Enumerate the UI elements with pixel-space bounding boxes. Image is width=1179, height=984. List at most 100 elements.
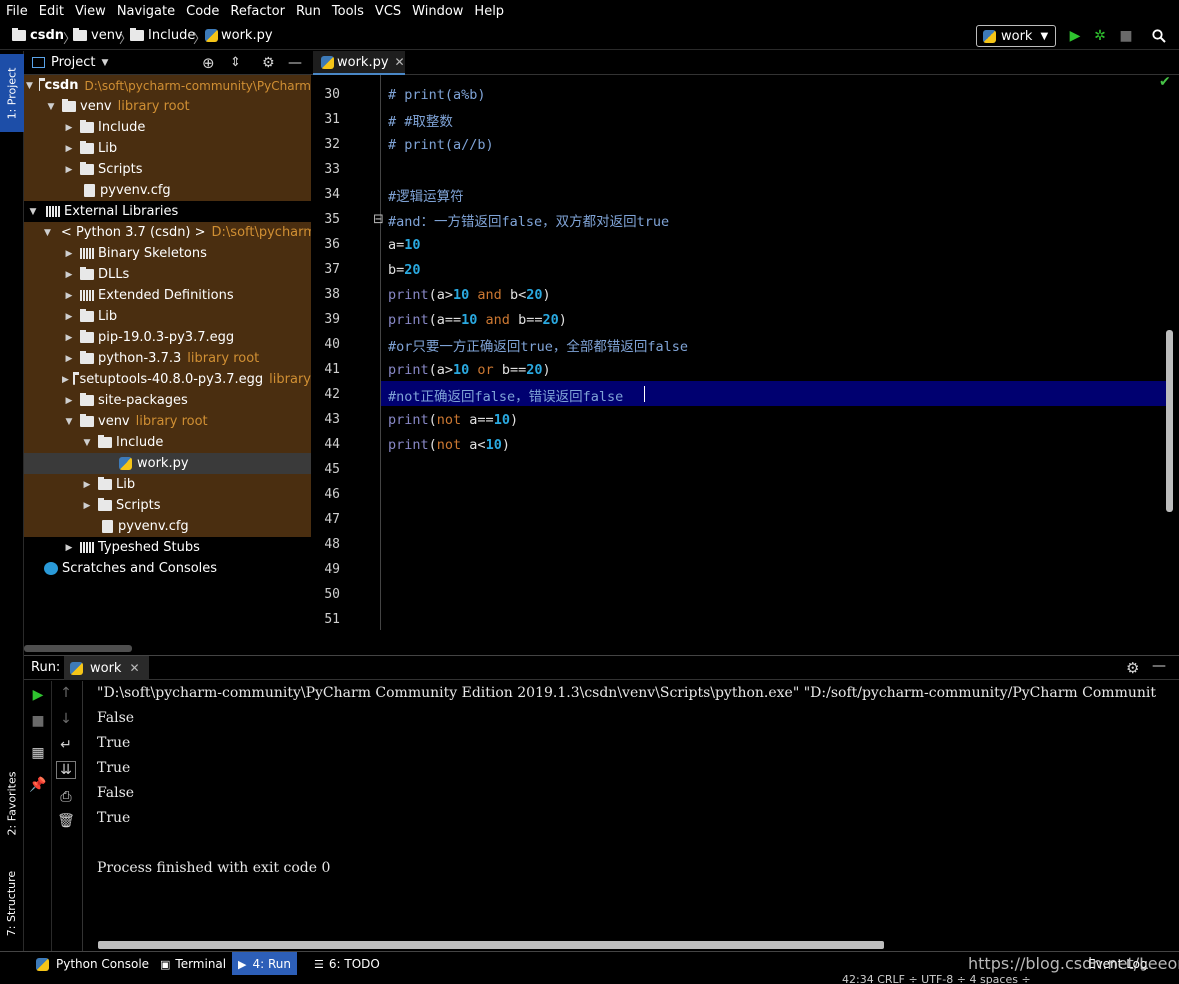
run-tab-work[interactable]: work ✕ — [64, 656, 149, 680]
tree-node[interactable]: ▶ Lib — [24, 306, 311, 327]
tab-project[interactable]: 1: Project — [0, 54, 24, 132]
search-icon[interactable] — [1150, 27, 1168, 45]
menu-edit[interactable]: Edit — [39, 4, 64, 19]
breadcrumb-include[interactable]: Include — [130, 28, 195, 43]
collapsed-arrow-icon[interactable]: ▶ — [80, 480, 94, 490]
menu-navigate[interactable]: Navigate — [117, 4, 175, 19]
tab-structure[interactable]: 7: Structure — [0, 855, 24, 951]
collapsed-arrow-icon[interactable]: ▶ — [62, 291, 76, 301]
debug-icon[interactable]: ✲ — [1091, 27, 1109, 45]
collapsed-arrow-icon[interactable]: ▶ — [62, 144, 76, 154]
breadcrumb-work-py[interactable]: work.py — [205, 28, 273, 43]
collapsed-arrow-icon[interactable]: ▶ — [62, 543, 76, 553]
tree-node[interactable]: ▼ venv library root — [24, 411, 311, 432]
scroll-to-end-icon[interactable]: ⇊ — [56, 761, 76, 779]
run-tool-button[interactable]: ▶ 4: Run — [232, 952, 297, 976]
collapse-icon[interactable]: ⇕ — [230, 55, 241, 70]
menu-file[interactable]: File — [6, 4, 28, 19]
gear-icon[interactable]: ⚙ — [1126, 659, 1139, 677]
tree-node[interactable]: ▼ External Libraries — [24, 201, 311, 222]
tree-node[interactable]: ▶ DLLs — [24, 264, 311, 285]
tree-node[interactable]: ▼ < Python 3.7 (csdn) > D:\soft\pycharm- — [24, 222, 311, 243]
trash-icon[interactable]: 🗑 — [52, 813, 80, 829]
rerun-icon[interactable]: ▶ — [24, 687, 52, 703]
menu-window[interactable]: Window — [412, 4, 463, 19]
tree-node[interactable]: ▶ Lib — [24, 474, 311, 495]
tree-node[interactable]: ▶ python-3.7.3 library root — [24, 348, 311, 369]
collapsed-arrow-icon[interactable]: ▶ — [62, 312, 76, 322]
tree-node[interactable]: ▶ pip-19.0.3-py3.7.egg — [24, 327, 311, 348]
terminal-button[interactable]: ▣ Terminal — [154, 952, 232, 976]
gear-icon[interactable]: ⚙ — [262, 55, 275, 71]
tree-node-work-py[interactable]: work.py — [24, 453, 311, 474]
inspection-ok-icon[interactable]: ✔ — [1159, 74, 1171, 90]
python-console-button[interactable]: Python Console — [30, 952, 155, 976]
layout-icon[interactable]: ▦ — [24, 745, 52, 761]
run-console-output[interactable]: "D:\soft\pycharm-community\PyCharm Commu… — [83, 681, 1179, 951]
collapsed-arrow-icon[interactable]: ▶ — [80, 501, 94, 511]
breadcrumb-venv[interactable]: venv — [73, 28, 123, 43]
fold-marker-icon[interactable]: ⊟ — [373, 212, 384, 227]
collapsed-arrow-icon[interactable]: ▶ — [62, 354, 76, 364]
close-icon[interactable]: ✕ — [395, 55, 405, 69]
menu-view[interactable]: View — [75, 4, 106, 19]
tab-favorites[interactable]: 2: Favorites — [0, 759, 24, 847]
tree-node[interactable]: ▶ setuptools-40.8.0-py3.7.egg library — [24, 369, 311, 390]
tree-node[interactable]: pyvenv.cfg — [24, 516, 311, 537]
expand-arrow-icon[interactable]: ▼ — [26, 207, 40, 217]
close-icon[interactable]: ✕ — [129, 661, 139, 675]
breadcrumb-csdn[interactable]: csdn — [12, 28, 64, 43]
stop-icon[interactable]: ■ — [1117, 27, 1135, 45]
expand-arrow-icon[interactable]: ▼ — [44, 102, 58, 112]
editor-tab-work-py[interactable]: work.py ✕ — [313, 51, 405, 75]
tree-node[interactable]: ▶ Typeshed Stubs — [24, 537, 311, 558]
tree-node[interactable]: ▶ Include — [24, 117, 311, 138]
stop-icon[interactable]: ■ — [24, 713, 52, 729]
status-info[interactable]: 42:34 CRLF ÷ UTF-8 ÷ 4 spaces ÷ — [842, 975, 1031, 984]
collapsed-arrow-icon[interactable]: ▶ — [62, 249, 76, 259]
collapsed-arrow-icon[interactable]: ▶ — [62, 165, 76, 175]
menu-code[interactable]: Code — [186, 4, 219, 19]
expand-arrow-icon[interactable]: ▼ — [80, 438, 94, 448]
run-icon[interactable]: ▶ — [1066, 27, 1084, 45]
todo-button[interactable]: ☰ 6: TODO — [308, 952, 386, 976]
run-configuration-dropdown[interactable]: work ▼ — [976, 25, 1056, 47]
minimize-icon[interactable]: — — [1152, 658, 1166, 674]
expand-arrow-icon[interactable]: ▼ — [44, 228, 51, 238]
expand-arrow-icon[interactable]: ▼ — [62, 417, 76, 427]
tree-node[interactable]: ▶ Scripts — [24, 495, 311, 516]
tree-node[interactable]: ▼ Include — [24, 432, 311, 453]
collapsed-arrow-icon[interactable]: ▶ — [62, 396, 76, 406]
tree-horizontal-scrollbar[interactable] — [24, 645, 132, 652]
menu-help[interactable]: Help — [474, 4, 504, 19]
tree-node[interactable]: ▶ Lib — [24, 138, 311, 159]
soft-wrap-icon[interactable]: ↵ — [52, 737, 80, 753]
menu-run[interactable]: Run — [296, 4, 321, 19]
tree-node[interactable]: ▼ venv library root — [24, 96, 311, 117]
collapsed-arrow-icon[interactable]: ▶ — [62, 375, 69, 385]
tree-node[interactable]: ▶ site-packages — [24, 390, 311, 411]
tree-node[interactable]: ▶ Extended Definitions — [24, 285, 311, 306]
project-view-selector[interactable]: Project — [51, 55, 95, 70]
menu-vcs[interactable]: VCS — [375, 4, 401, 19]
collapsed-arrow-icon[interactable]: ▶ — [62, 270, 76, 280]
pin-icon[interactable]: 📌 — [24, 777, 52, 793]
arrow-up-icon[interactable]: ↑ — [52, 685, 80, 701]
tree-node[interactable]: ▼ csdn D:\soft\pycharm-community\PyCharm — [24, 75, 311, 96]
tree-node[interactable]: ▶ Binary Skeletons — [24, 243, 311, 264]
arrow-down-icon[interactable]: ↓ — [52, 711, 80, 727]
collapsed-arrow-icon[interactable]: ▶ — [62, 333, 76, 343]
menu-refactor[interactable]: Refactor — [230, 4, 285, 19]
tree-node[interactable]: ▶ Scripts — [24, 159, 311, 180]
tree-node[interactable]: Scratches and Consoles — [24, 558, 311, 579]
editor-vertical-scrollbar[interactable] — [1166, 330, 1173, 512]
expand-arrow-icon[interactable]: ▼ — [26, 81, 33, 91]
console-horizontal-scrollbar[interactable] — [98, 941, 884, 949]
code-editor[interactable]: 30 31 32 33 34 35 36 37 38 39 40 41 42 4… — [311, 75, 1179, 630]
print-icon[interactable]: ⎙ — [52, 789, 80, 805]
tree-node[interactable]: pyvenv.cfg — [24, 180, 311, 201]
menu-tools[interactable]: Tools — [332, 4, 364, 19]
collapsed-arrow-icon[interactable]: ▶ — [62, 123, 76, 133]
locate-icon[interactable]: ⊕ — [202, 54, 215, 72]
minimize-icon[interactable]: — — [288, 55, 302, 71]
